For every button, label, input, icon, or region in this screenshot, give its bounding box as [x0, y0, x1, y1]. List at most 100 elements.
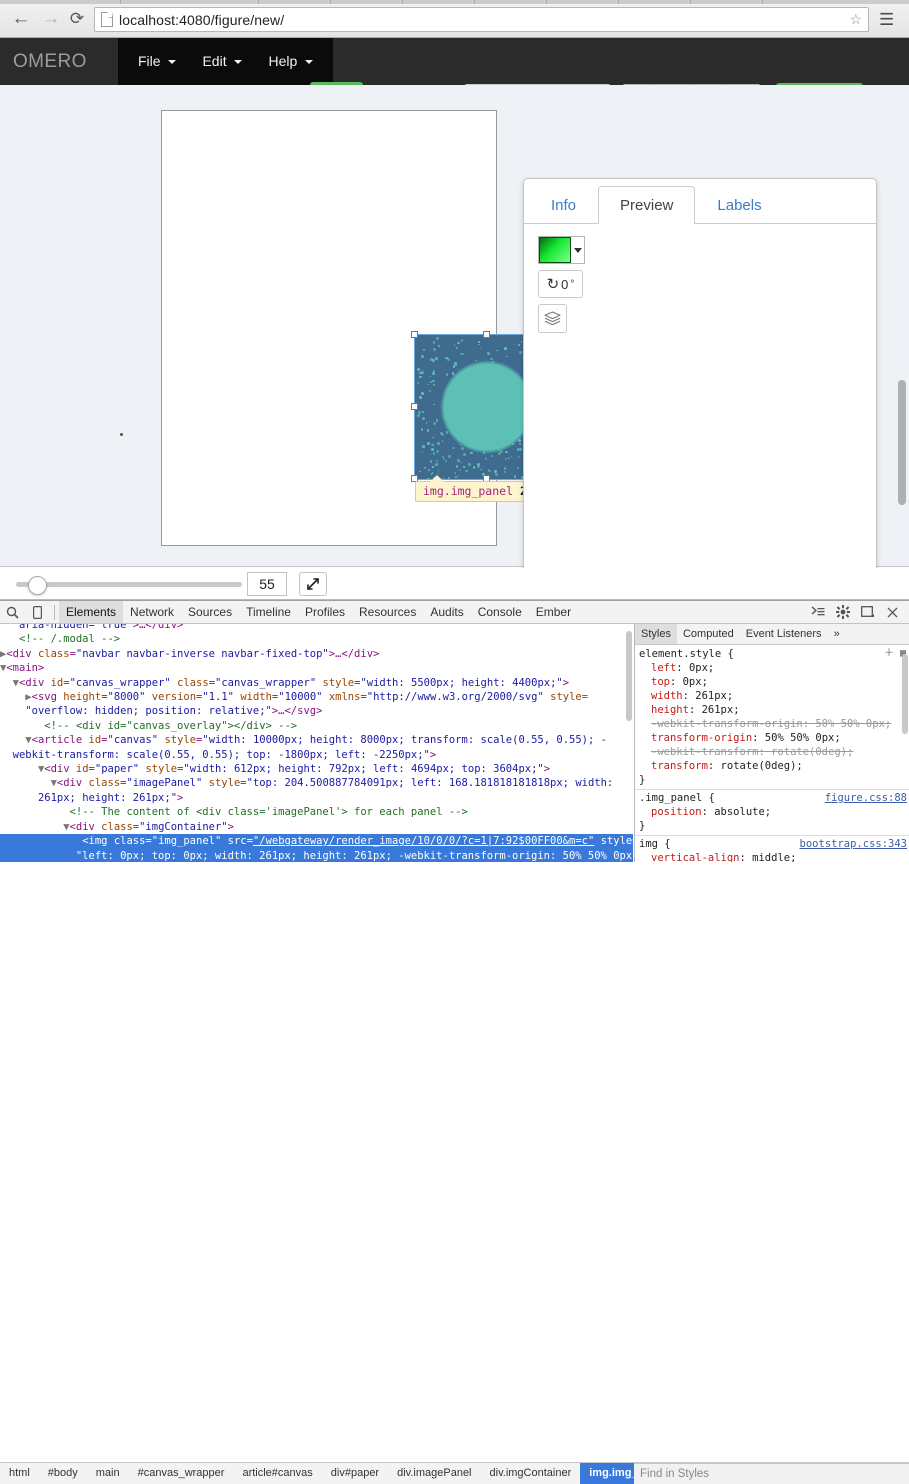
chevron-down-icon — [168, 60, 177, 65]
styles-tab-event-listeners[interactable]: Event Listeners — [740, 624, 828, 644]
figure-paper[interactable]: img.img_panel 261px × 261px — [161, 110, 619, 546]
menu-help[interactable]: Help — [255, 38, 326, 85]
style-declaration[interactable]: -webkit-transform: rotate(0deg); — [639, 745, 909, 759]
device-toolbar-icon[interactable] — [25, 601, 50, 623]
reload-icon[interactable]: ⟳ — [64, 6, 90, 32]
tab-labels[interactable]: Labels — [695, 186, 783, 224]
dom-node-line[interactable]: ▼<article id="canvas" style="width: 1000… — [0, 733, 633, 747]
breadcrumb-item[interactable]: div#paper — [322, 1463, 388, 1484]
devtools-tab-ember[interactable]: Ember — [529, 601, 578, 623]
resize-handle-n[interactable] — [483, 331, 490, 338]
breadcrumb-item[interactable]: main — [87, 1463, 129, 1484]
back-icon[interactable]: ← — [8, 6, 34, 32]
devtools-tab-sources[interactable]: Sources — [181, 601, 239, 623]
omero-brand[interactable]: OMERO — [13, 38, 87, 85]
settings-gear-icon[interactable] — [830, 601, 855, 623]
dom-node-line[interactable]: <!-- <div id="canvas_overlay"></div> --> — [0, 719, 633, 733]
style-source-link[interactable]: figure.css:88 — [825, 791, 907, 805]
bookmark-star-icon[interactable]: ☆ — [849, 11, 862, 28]
breadcrumb-item[interactable]: #canvas_wrapper — [129, 1463, 234, 1484]
style-rule[interactable]: ＋ ▦ element.style {left: 0px; top: 0px; wid… — [635, 646, 909, 790]
breadcrumb-item[interactable]: html — [0, 1463, 39, 1484]
figure-zoom-thumb[interactable] — [28, 576, 47, 595]
styles-tab-styles[interactable]: Styles — [635, 624, 677, 644]
inspect-element-icon[interactable] — [0, 601, 25, 623]
menu-edit[interactable]: Edit — [189, 38, 255, 85]
menu-edit-label: Edit — [202, 53, 227, 69]
close-devtools-icon[interactable] — [880, 601, 905, 623]
figure-workspace[interactable]: img.img_panel 261px × 261px Info Preview… — [0, 85, 909, 593]
figure-zoom-input[interactable]: 55 — [247, 572, 287, 596]
console-drawer-icon[interactable] — [805, 601, 830, 623]
menu-help-label: Help — [268, 53, 298, 69]
figure-zoom-track[interactable] — [16, 582, 242, 587]
find-in-styles-input[interactable]: Find in Styles — [634, 1463, 909, 1484]
breadcrumb-item[interactable]: div.imgContainer — [481, 1463, 581, 1484]
style-declaration[interactable]: top: 0px; — [639, 675, 909, 689]
style-declaration[interactable]: transform: rotate(0deg); — [639, 759, 909, 773]
dom-node-line[interactable]: 261px; height: 261px;"> — [0, 791, 633, 805]
style-declaration[interactable]: vertical-align: middle; — [639, 851, 909, 862]
browser-menu-icon[interactable]: ☰ — [879, 10, 894, 30]
dom-pane-scrollbar[interactable] — [626, 631, 632, 721]
devtools-tab-network[interactable]: Network — [123, 601, 181, 623]
chevron-down-icon[interactable] — [571, 237, 584, 263]
devtools-tab-console[interactable]: Console — [471, 601, 529, 623]
dom-node-line[interactable]: webkit-transform: scale(0.55, 0.55); top… — [0, 748, 633, 762]
devtools-tab-profiles[interactable]: Profiles — [298, 601, 352, 623]
dom-node-line[interactable]: ▶<svg height="8000" version="1.1" width=… — [0, 690, 633, 704]
browser-tabstrip[interactable] — [0, 0, 909, 4]
dom-node-line[interactable]: <!-- /.modal --> — [0, 632, 633, 646]
style-declaration[interactable]: width: 261px; — [639, 689, 909, 703]
workspace-vertical-scrollbar[interactable] — [898, 380, 906, 505]
style-declaration[interactable]: height: 261px; — [639, 703, 909, 717]
resize-handle-nw[interactable] — [411, 331, 418, 338]
devtools-tab-audits[interactable]: Audits — [423, 601, 470, 623]
dom-node-line[interactable]: ▼<div id="canvas_wrapper" class="canvas_… — [0, 676, 633, 690]
devtools-tab-timeline[interactable]: Timeline — [239, 601, 298, 623]
url-text: localhost:4080/figure/new/ — [119, 11, 285, 28]
tab-info[interactable]: Info — [529, 186, 598, 224]
style-declaration[interactable]: -webkit-transform-origin: 50% 50% 0px; — [639, 717, 909, 731]
devtools-tab-resources[interactable]: Resources — [352, 601, 423, 623]
browser-chrome: ← → ⟳ localhost:4080/figure/new/ ☆ ☰ — [0, 0, 909, 38]
dom-node-line[interactable]: ▼<main> — [0, 661, 633, 675]
devtools-tab-elements[interactable]: Elements — [59, 601, 124, 623]
breadcrumb-item[interactable]: div.imagePanel — [388, 1463, 480, 1484]
forward-icon[interactable]: → — [38, 6, 64, 32]
address-bar[interactable]: localhost:4080/figure/new/ ☆ — [94, 7, 869, 32]
image-inspector-panel: Info Preview Labels ↻ 0 ° — [523, 178, 877, 593]
styles-tab-computed[interactable]: Computed — [677, 624, 740, 644]
menu-file[interactable]: File — [125, 38, 189, 85]
dom-node-line[interactable]: ▼<div id="paper" style="width: 612px; he… — [0, 762, 633, 776]
dock-side-icon[interactable] — [855, 601, 880, 623]
dom-node-line[interactable]: "left: 0px; top: 0px; width: 261px; heig… — [0, 848, 633, 862]
dom-node-line[interactable]: <img class="img_panel" src="/webgateway/… — [0, 834, 633, 849]
dom-node-line[interactable]: "overflow: hidden; position: relative;">… — [0, 704, 633, 718]
dom-node-line[interactable]: <!-- The content of <div class='imagePan… — [0, 805, 633, 819]
style-declaration[interactable]: transform-origin: 50% 50% 0px; — [639, 731, 909, 745]
dom-node-line[interactable]: ▶<div class="navbar navbar-inverse navba… — [0, 647, 633, 661]
zoom-to-fit-button[interactable] — [299, 572, 327, 596]
dom-node-line[interactable]: ▼<div class="imgContainer"> — [0, 820, 633, 834]
styles-tab-overflow[interactable]: » — [828, 624, 846, 644]
channel-color-swatch — [539, 237, 571, 263]
breadcrumb-item[interactable]: article#canvas — [233, 1463, 321, 1484]
layers-button[interactable] — [538, 304, 567, 333]
style-declaration[interactable]: position: absolute; — [639, 805, 909, 819]
devtools-toolbar: Elements Network Sources Timeline Profil… — [0, 601, 909, 624]
style-declaration[interactable]: left: 0px; — [639, 661, 909, 675]
style-rule[interactable]: figure.css:88 .img_panel {position: absol… — [635, 790, 909, 836]
rotation-button[interactable]: ↻ 0 ° — [538, 270, 583, 298]
channel-color-picker[interactable] — [538, 236, 585, 264]
styles-pane-scrollbar[interactable] — [902, 654, 908, 734]
dom-node-line[interactable]: ▼<div class="imagePanel" style="top: 204… — [0, 776, 633, 790]
dom-node-line[interactable]: aria-hidden="true">…</div> — [0, 624, 633, 632]
canvas-marker-dot — [120, 433, 123, 436]
style-rule[interactable]: bootstrap.css:343 img {vertical-align: mi… — [635, 836, 909, 862]
tab-preview[interactable]: Preview — [598, 186, 696, 224]
style-source-link[interactable]: bootstrap.css:343 — [800, 837, 907, 851]
resize-handle-w[interactable] — [411, 403, 418, 410]
dom-tree-pane[interactable]: aria-hidden="true">…</div> <!-- /.modal … — [0, 624, 633, 862]
breadcrumb-item[interactable]: #body — [39, 1463, 87, 1484]
